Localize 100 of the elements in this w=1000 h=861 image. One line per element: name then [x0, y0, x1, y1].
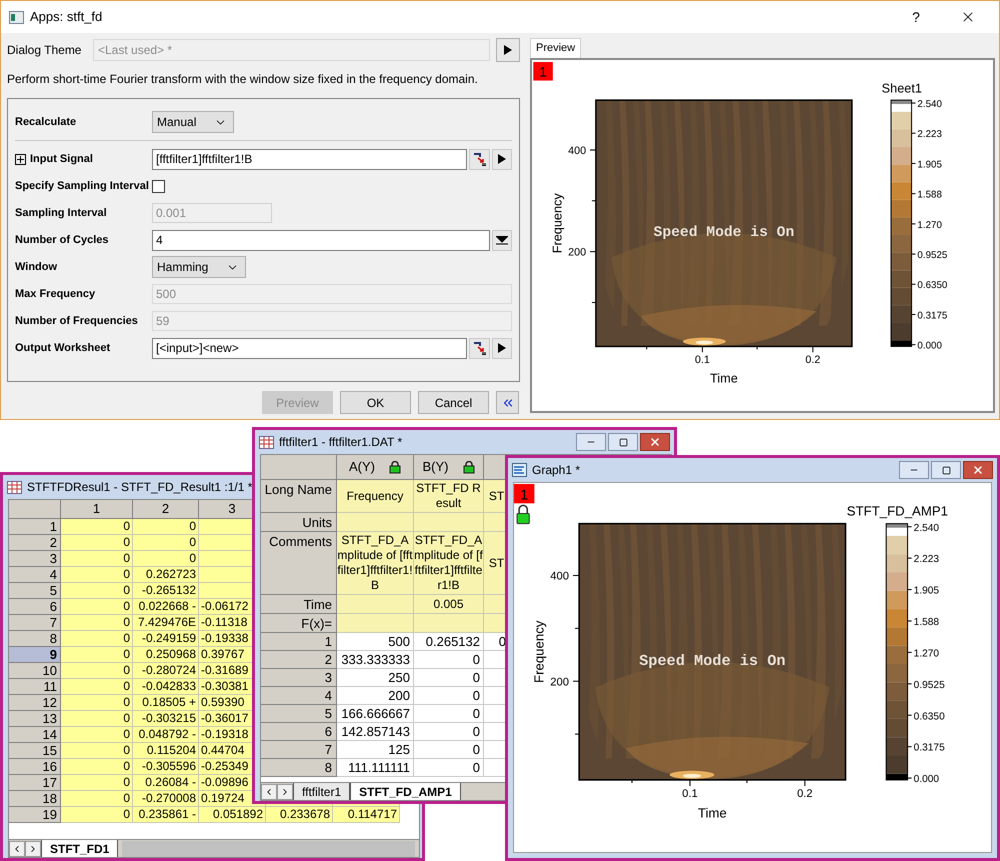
- layer-badge[interactable]: 1: [514, 484, 534, 504]
- dropdown-button[interactable]: [492, 230, 512, 250]
- table-cell: STFT_FD Result: [414, 480, 484, 513]
- colorbar-label: 0.9525: [914, 680, 945, 691]
- scroll-left-button[interactable]: [261, 784, 277, 800]
- play-arrow-icon: [504, 45, 512, 55]
- axis-title: Frequency: [550, 193, 565, 254]
- colorbar-label: 1.270: [914, 648, 940, 660]
- table-cell: 0: [61, 791, 133, 807]
- play-arrow-icon: [498, 154, 506, 164]
- table-cell: 0: [61, 567, 133, 583]
- colorbar-label: 0.000: [917, 340, 942, 352]
- row-header: 4: [261, 687, 337, 705]
- row-header: 6: [9, 599, 61, 615]
- table-cell: 0: [61, 711, 133, 727]
- table-cell: 0: [414, 741, 484, 759]
- scroll-right-button[interactable]: [25, 840, 41, 856]
- input-field: 59: [152, 311, 512, 331]
- menu-button[interactable]: [492, 148, 512, 170]
- checkbox[interactable]: [152, 180, 165, 192]
- colorbar-label: 1.588: [917, 190, 942, 201]
- axis-title: Frequency: [532, 620, 547, 683]
- field-label: Window: [15, 260, 58, 275]
- table-cell: 0: [414, 723, 484, 741]
- tick-label: 200: [550, 676, 569, 688]
- table-cell: 0: [133, 551, 199, 567]
- table-cell: 0: [61, 647, 133, 663]
- field-label: Output Worksheet: [15, 340, 110, 356]
- select-button[interactable]: [469, 148, 490, 170]
- restore-button[interactable]: [931, 461, 961, 479]
- lock-icon: [516, 504, 530, 524]
- table-cell: 0: [414, 759, 484, 777]
- row-header: 7: [261, 741, 337, 759]
- table-cell: -0.280724: [133, 663, 199, 679]
- input-field[interactable]: 4: [152, 230, 490, 250]
- overlay-text: Speed Mode is On: [639, 652, 786, 670]
- table-cell: STFT_FD_Amplitude of [fftfilter1]fftfilter1!B: [414, 532, 484, 595]
- collapse-button[interactable]: [496, 391, 519, 414]
- table-cell: 142.857143: [337, 723, 414, 741]
- input-field[interactable]: [fftfilter1]fftfilter1!B: [152, 148, 467, 170]
- scroll-right-button[interactable]: [277, 784, 293, 800]
- dropdown[interactable]: Hamming: [152, 256, 246, 278]
- sheet-tab[interactable]: STFT_FD_AMP1: [350, 783, 461, 800]
- table-cell: 125: [337, 741, 414, 759]
- table-cell: -0.303215: [133, 711, 199, 727]
- sheet-tab[interactable]: fftfilter1: [293, 783, 350, 800]
- dialog-button[interactable]: OK: [340, 391, 411, 414]
- restore-button[interactable]: [608, 433, 638, 451]
- select-range-icon: [472, 152, 486, 166]
- colorbar-label: 2.540: [917, 98, 942, 110]
- colorbar-label: 1.905: [917, 159, 942, 170]
- preview-tab[interactable]: Preview: [530, 38, 582, 58]
- expand-icon[interactable]: [15, 154, 26, 164]
- sheet-tab[interactable]: STFT_FD1: [41, 840, 118, 857]
- table-cell: 0: [414, 669, 484, 687]
- row-header: Long Name: [261, 480, 337, 513]
- dropdown[interactable]: Manual: [152, 111, 234, 133]
- dialog-button[interactable]: Cancel: [418, 391, 489, 414]
- row-header: 3: [9, 551, 61, 567]
- colorbar-label: 0.3175: [914, 742, 945, 754]
- window-title: Apps: stft_fd: [30, 8, 102, 26]
- colorbar-label: 0.3175: [917, 310, 948, 322]
- table-cell: 0: [61, 759, 133, 775]
- colorbar-label: 0.000: [914, 774, 940, 786]
- colorbar-title: Sheet1: [882, 81, 922, 96]
- colorbar-label: 2.223: [914, 554, 940, 566]
- row-header: 13: [9, 711, 61, 727]
- layer-badge[interactable]: 1: [533, 62, 553, 81]
- table-cell: STFT_FD_Amplitude of [fftfilter1]fftfilter1!B: [337, 532, 414, 595]
- table-cell: 0: [61, 663, 133, 679]
- field-label: Recalculate: [15, 114, 76, 130]
- field-label: Specify Sampling Interval: [15, 178, 149, 194]
- help-button[interactable]: ?: [893, 2, 939, 32]
- colorbar-label: 0.9525: [917, 250, 948, 261]
- row-header: 17: [9, 775, 61, 791]
- table-cell: 0.114717: [333, 807, 400, 823]
- menu-button[interactable]: [492, 338, 512, 358]
- table-cell: -0.305596: [133, 759, 199, 775]
- graph-icon: [512, 463, 527, 477]
- row-header: 2: [9, 535, 61, 551]
- app-icon: [9, 10, 24, 24]
- restore-icon: [618, 438, 628, 446]
- row-header: 5: [261, 705, 337, 723]
- tick-label: 200: [568, 246, 586, 259]
- table-cell: 0.048792 -: [133, 727, 199, 743]
- close-button[interactable]: [640, 433, 670, 451]
- colorbar-label: 2.223: [917, 129, 942, 140]
- table-cell: 0: [61, 743, 133, 759]
- select-button[interactable]: [469, 338, 490, 358]
- theme-menu-button[interactable]: [496, 38, 520, 62]
- input-field[interactable]: [<input>]<new>: [152, 338, 467, 358]
- field-label: Number of Cycles: [15, 232, 109, 248]
- close-icon: [649, 436, 661, 448]
- table-cell: 0.262723: [133, 567, 199, 583]
- table-cell: 0: [414, 651, 484, 669]
- row-header: 8: [9, 631, 61, 647]
- scroll-left-button[interactable]: [9, 840, 25, 856]
- close-button[interactable]: [963, 461, 993, 479]
- row-header: 12: [9, 695, 61, 711]
- table-cell: 500: [337, 633, 414, 651]
